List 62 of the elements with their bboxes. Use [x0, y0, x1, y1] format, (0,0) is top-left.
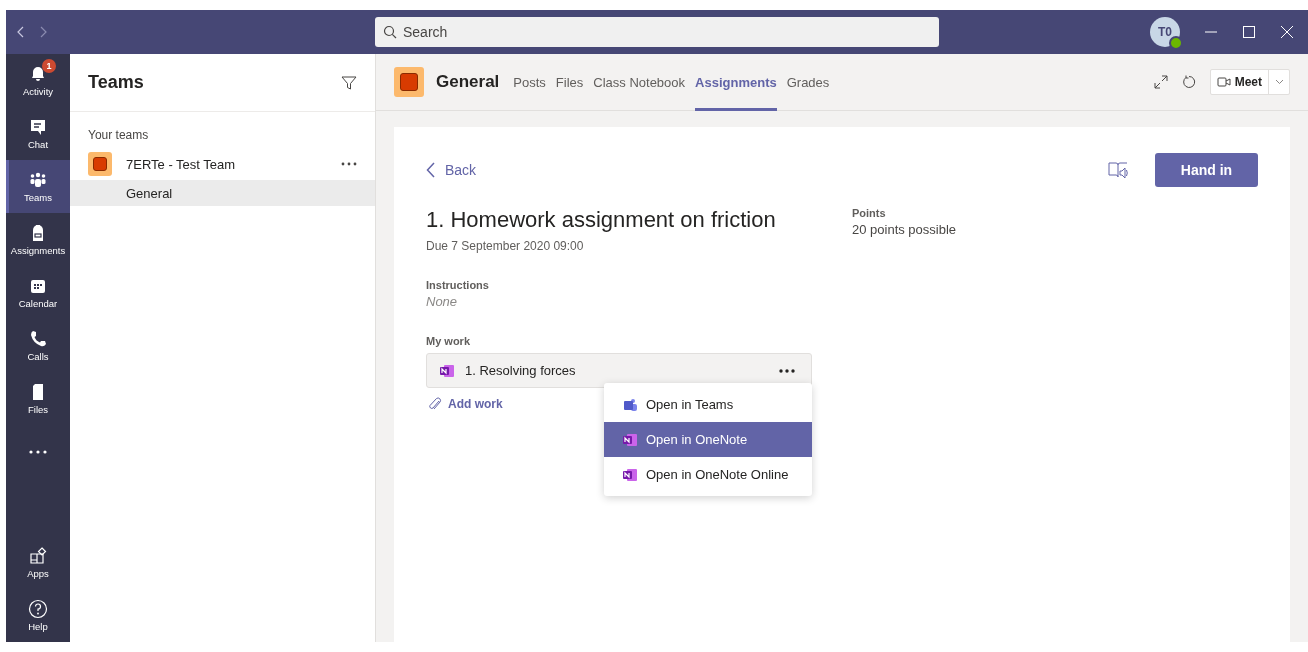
team-name[interactable]: 7ERTe - Test Team	[126, 156, 327, 172]
immersive-reader-icon[interactable]	[1107, 160, 1129, 180]
rail-item[interactable]: Activity 1	[6, 54, 70, 107]
tab[interactable]: Class Notebook	[593, 53, 686, 111]
rail-item[interactable]: Calls	[6, 319, 70, 372]
team-logo-icon	[394, 67, 424, 97]
rail-item[interactable]: Teams	[6, 160, 70, 213]
expand-icon[interactable]	[1153, 75, 1168, 89]
chat-icon	[28, 117, 48, 137]
people-icon	[622, 397, 638, 412]
more-icon[interactable]	[341, 162, 357, 166]
notebook-icon	[622, 432, 638, 447]
assignment-title: 1. Homework assignment on friction	[426, 207, 777, 233]
maximize-icon[interactable]	[1242, 25, 1256, 39]
add-work-link[interactable]: Add work	[426, 396, 503, 412]
more-icon[interactable]	[28, 449, 48, 454]
search-field[interactable]: Search	[375, 17, 939, 47]
back-icon[interactable]	[16, 25, 26, 39]
section-label: Your teams	[87, 127, 150, 144]
rail-item[interactable]: Assignments	[6, 213, 70, 266]
rail-item[interactable]: Apps	[6, 536, 70, 589]
panel-title: Teams	[88, 72, 144, 93]
notebook-icon	[622, 467, 638, 482]
tab[interactable]: Files	[555, 53, 584, 111]
more-icon	[779, 368, 795, 373]
user-avatar[interactable]: T0	[1150, 17, 1180, 47]
forward-icon[interactable]	[38, 25, 48, 39]
phone-icon	[28, 329, 48, 349]
people-icon	[28, 170, 48, 190]
field-label: Instructions	[426, 279, 490, 291]
menu-item[interactable]: Open in OneNote Online	[604, 457, 812, 492]
team-logo-icon	[88, 152, 112, 176]
hand-in-button[interactable]: Hand in	[1155, 153, 1258, 187]
work-item[interactable]: 1. Resolving forces	[426, 353, 812, 388]
video-camera-icon	[1216, 76, 1231, 88]
channel-title: General	[436, 72, 500, 92]
menu-item[interactable]: Open in OneNote	[604, 422, 812, 457]
chevron-left-icon	[426, 162, 435, 178]
tab[interactable]: Posts	[513, 53, 546, 111]
rail-item[interactable]: Help	[6, 589, 70, 642]
help-icon	[28, 599, 48, 619]
rail-item[interactable]: Calendar	[6, 266, 70, 319]
close-icon[interactable]	[1280, 25, 1294, 39]
field-label: My work	[426, 335, 471, 347]
instructions-text: None	[426, 294, 459, 309]
rail-item[interactable]: Files	[6, 372, 70, 425]
notebook-icon	[439, 363, 455, 378]
back-link[interactable]: Back	[426, 162, 477, 178]
tab[interactable]: Assignments	[695, 53, 777, 111]
field-label: Points	[852, 207, 887, 219]
refresh-icon[interactable]	[1181, 75, 1196, 89]
chevron-down-icon	[1274, 79, 1284, 85]
apps-icon	[28, 546, 48, 566]
rail-item[interactable]: Chat	[6, 107, 70, 160]
paperclip-icon	[428, 396, 442, 412]
due-date: Due 7 September 2020 09:00	[426, 239, 585, 253]
menu-item[interactable]: Open in Teams	[604, 387, 812, 422]
notification-badge: 1	[42, 59, 56, 73]
tab[interactable]: Grades	[786, 53, 830, 111]
channel-item[interactable]: General	[70, 180, 375, 206]
points-text: 20 points possible	[852, 222, 957, 237]
filter-icon[interactable]	[341, 74, 357, 91]
